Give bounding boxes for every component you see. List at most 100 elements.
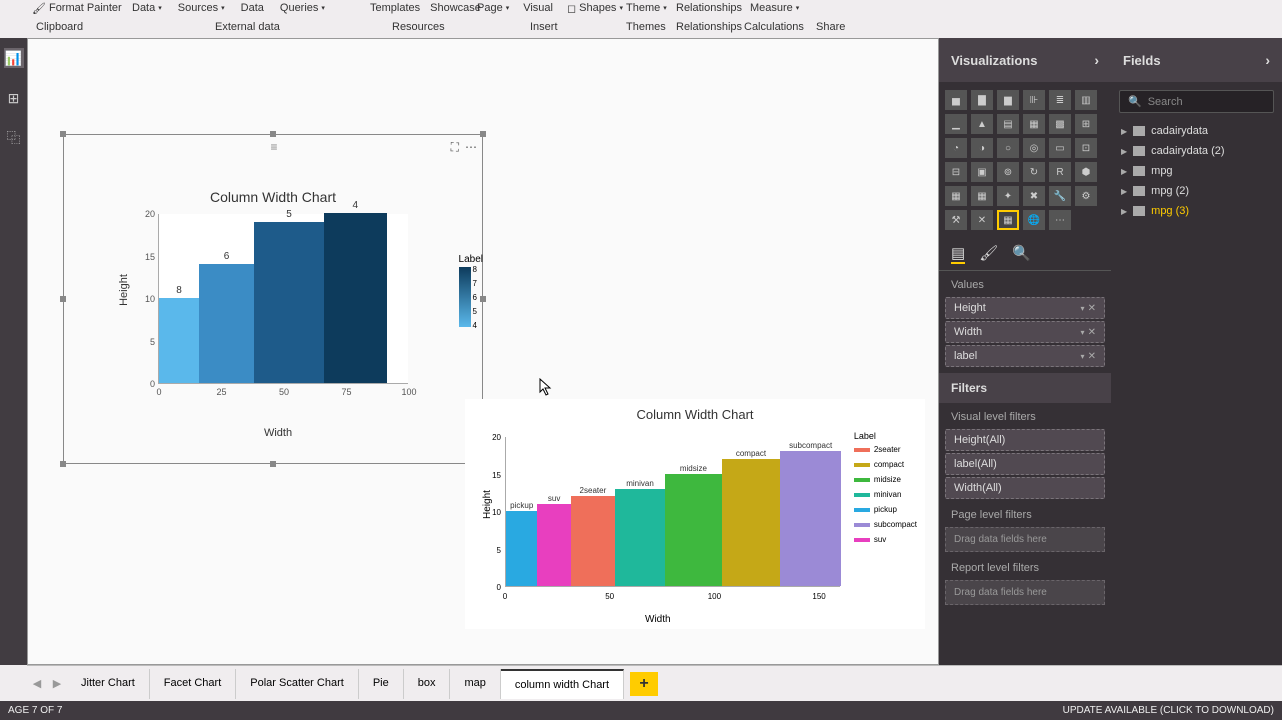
shapes-menu[interactable]: ◻ Shapes▾ (565, 0, 625, 16)
viz-type-tile[interactable]: ◔ (945, 138, 967, 158)
expand-icon[interactable]: ▶ (1121, 127, 1127, 136)
value-well[interactable]: Width▾ ✕ (945, 321, 1105, 343)
page-tab[interactable]: column width Chart (501, 669, 624, 699)
data-view-icon[interactable]: ⊞ (4, 88, 24, 108)
drag-handle-icon[interactable]: ≡ (270, 140, 275, 154)
page-tab[interactable]: Pie (359, 669, 404, 699)
page-next-button[interactable]: ▶ (47, 677, 67, 690)
legend-item[interactable]: 2seater (854, 445, 917, 454)
analytics-tab-icon[interactable]: 🔍 (1012, 244, 1031, 264)
viz-type-tile[interactable]: 🔧 (1049, 186, 1071, 206)
viz-type-tile[interactable]: ▤ (997, 114, 1019, 134)
viz-type-tile[interactable]: ▁ (945, 114, 967, 134)
resize-handle[interactable] (60, 296, 66, 302)
legend-item[interactable]: suv (854, 535, 917, 544)
viz-type-tile[interactable]: ⊞ (1075, 114, 1097, 134)
chart1-bar[interactable] (199, 264, 254, 383)
chart2-bar[interactable] (506, 511, 537, 586)
fields-header[interactable]: Fields› (1111, 38, 1282, 82)
filter-well[interactable]: Height(All) (945, 429, 1105, 451)
legend-item[interactable]: compact (854, 460, 917, 469)
measure-menu[interactable]: Measure▾ (748, 0, 801, 16)
visual-button[interactable]: Visual (521, 0, 555, 16)
viz-type-tile[interactable]: ↻ (1023, 162, 1045, 182)
viz-type-tile[interactable]: ⬢ (1075, 162, 1097, 182)
more-options-icon[interactable]: ⋯ (465, 140, 477, 155)
page-prev-button[interactable]: ◀ (27, 677, 47, 690)
chart2-bar[interactable] (537, 504, 571, 587)
data2-menu[interactable]: Data (239, 0, 266, 16)
viz-type-tile[interactable]: ✖ (1023, 186, 1045, 206)
chart2-bar[interactable] (722, 459, 781, 587)
focus-mode-icon[interactable]: ⛶ (451, 140, 459, 155)
filter-well[interactable]: label(All) (945, 453, 1105, 475)
viz-type-tile[interactable]: ▦ (1023, 114, 1045, 134)
remove-field-icon[interactable]: ✕ (1088, 351, 1096, 362)
viz-type-tile[interactable]: ✦ (997, 186, 1019, 206)
chart-visual-1[interactable]: ≡ ⛶ ⋯ Column Width Chart Height 05101520… (63, 134, 483, 464)
viz-type-tile[interactable]: ◎ (1023, 138, 1045, 158)
legend-item[interactable]: midsize (854, 475, 917, 484)
relationships-button[interactable]: Relationships (674, 0, 744, 16)
format-painter-button[interactable]: 🖌 Format Painter (30, 0, 124, 17)
visualizations-header[interactable]: Visualizations› (939, 38, 1111, 82)
page-tab[interactable]: map (450, 669, 500, 699)
legend-item[interactable]: minivan (854, 490, 917, 499)
filter-well[interactable]: Width(All) (945, 477, 1105, 499)
expand-icon[interactable]: ▶ (1121, 187, 1127, 196)
chart1-bar[interactable] (254, 222, 324, 384)
chart2-bar[interactable] (615, 489, 665, 587)
fields-tab-icon[interactable]: ▤ (951, 244, 965, 264)
viz-type-tile[interactable]: ⚒ (945, 210, 967, 230)
legend-item[interactable]: pickup (854, 505, 917, 514)
viz-type-tile[interactable]: ○ (997, 138, 1019, 158)
viz-type-tile[interactable]: ✕ (971, 210, 993, 230)
expand-icon[interactable]: ▶ (1121, 207, 1127, 216)
resize-handle[interactable] (270, 131, 276, 137)
format-tab-icon[interactable]: 🖌 (979, 244, 998, 264)
chart-visual-2[interactable]: Column Width Chart Height pickupsuv2seat… (465, 399, 925, 629)
page-tab[interactable]: box (404, 669, 451, 699)
chart1-bar[interactable] (159, 298, 199, 383)
templates-button[interactable]: Templates (368, 0, 422, 16)
viz-type-tile[interactable]: ▩ (1049, 114, 1071, 134)
viz-type-tile[interactable]: ▦ (971, 186, 993, 206)
viz-type-tile[interactable]: ▅ (945, 90, 967, 110)
chart2-bar[interactable] (665, 474, 722, 587)
update-available-link[interactable]: UPDATE AVAILABLE (CLICK TO DOWNLOAD) (1063, 705, 1274, 716)
viz-type-tile[interactable]: ⚙ (1075, 186, 1097, 206)
viz-type-tile[interactable]: ▦ (997, 210, 1019, 230)
chart1-bar[interactable] (324, 213, 387, 383)
viz-type-tile[interactable]: ▥ (1075, 90, 1097, 110)
viz-type-tile[interactable]: ≣ (1049, 90, 1071, 110)
resize-handle[interactable] (60, 461, 66, 467)
viz-type-tile[interactable]: 🌐 (1023, 210, 1045, 230)
data-menu[interactable]: Data▾ (130, 0, 164, 16)
page-tab[interactable]: Facet Chart (150, 669, 236, 699)
sources-menu[interactable]: Sources▾ (176, 0, 227, 16)
viz-type-tile[interactable]: ⊪ (1023, 90, 1045, 110)
page-menu[interactable]: Page▾ (475, 0, 511, 16)
queries-menu[interactable]: Queries▾ (278, 0, 327, 16)
remove-field-icon[interactable]: ✕ (1088, 327, 1096, 338)
add-page-button[interactable]: + (630, 672, 658, 696)
value-well[interactable]: label▾ ✕ (945, 345, 1105, 367)
page-tab[interactable]: Jitter Chart (67, 669, 150, 699)
resize-handle[interactable] (60, 131, 66, 137)
viz-type-tile[interactable]: ▣ (971, 162, 993, 182)
theme-menu[interactable]: Theme▾ (624, 0, 669, 16)
viz-type-tile[interactable]: ⊡ (1075, 138, 1097, 158)
resize-handle[interactable] (270, 461, 276, 467)
report-canvas[interactable]: ≡ ⛶ ⋯ Column Width Chart Height 05101520… (27, 38, 939, 665)
chart2-bar[interactable] (780, 451, 841, 586)
resize-handle[interactable] (480, 131, 486, 137)
expand-icon[interactable]: ▶ (1121, 167, 1127, 176)
viz-type-tile[interactable]: ▦ (945, 186, 967, 206)
field-table-item[interactable]: ▶cadairydata (1111, 121, 1282, 141)
field-table-item[interactable]: ▶mpg (2) (1111, 181, 1282, 201)
report-filter-drop[interactable]: Drag data fields here (945, 580, 1105, 605)
field-table-item[interactable]: ▶mpg (3) (1111, 201, 1282, 221)
value-well[interactable]: Height▾ ✕ (945, 297, 1105, 319)
viz-type-tile[interactable]: ▲ (971, 114, 993, 134)
model-view-icon[interactable]: ⿻ (4, 128, 24, 148)
